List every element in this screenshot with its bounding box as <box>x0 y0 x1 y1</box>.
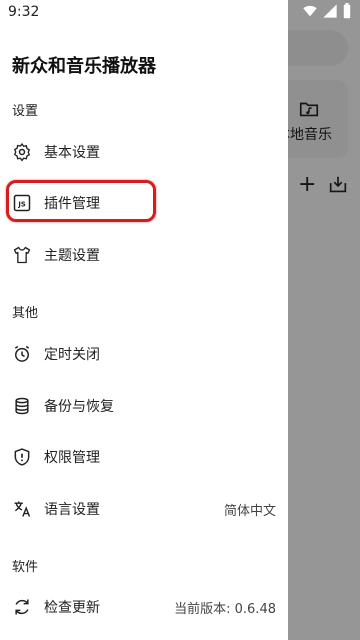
navigation-drawer: 新众和音乐播放器 设置 基本设置 JS 插件管理 主题设置 其他 定时关闭 备份… <box>0 0 288 640</box>
app-title: 新众和音乐播放器 <box>12 56 156 77</box>
menu-label-theme-settings: 主题设置 <box>44 248 100 264</box>
menu-item-permission-management[interactable]: 权限管理 <box>0 435 288 479</box>
menu-label-permission-management: 权限管理 <box>44 450 100 466</box>
current-version: 当前版本: 0.6.48 <box>174 601 276 617</box>
language-value: 简体中文 <box>223 503 276 519</box>
section-other: 其他 <box>12 306 39 321</box>
status-time: 9:32 <box>8 4 40 20</box>
highlight-annotation <box>6 180 156 222</box>
signal-icon <box>323 4 337 18</box>
status-bar: 9:32 <box>0 0 360 24</box>
refresh-icon <box>12 597 32 617</box>
database-icon <box>12 396 32 416</box>
alarm-clock-icon <box>12 344 32 364</box>
menu-item-basic-settings[interactable]: 基本设置 <box>0 130 288 174</box>
wifi-icon <box>303 5 317 17</box>
menu-label-backup-restore: 备份与恢复 <box>44 399 114 415</box>
menu-item-theme-settings[interactable]: 主题设置 <box>0 233 288 277</box>
menu-label-check-update: 检查更新 <box>44 600 100 616</box>
menu-item-backup-restore[interactable]: 备份与恢复 <box>0 384 288 428</box>
shield-icon <box>12 447 32 467</box>
section-software: 软件 <box>12 560 39 575</box>
menu-label-basic-settings: 基本设置 <box>44 145 100 161</box>
tshirt-icon <box>12 245 32 265</box>
menu-item-language-settings[interactable]: 语言设置 简体中文 <box>0 487 288 531</box>
section-settings: 设置 <box>12 104 39 119</box>
translate-icon <box>12 499 32 519</box>
battery-icon <box>343 3 351 19</box>
menu-item-timer-close[interactable]: 定时关闭 <box>0 332 288 376</box>
menu-item-check-update[interactable]: 检查更新 当前版本: 0.6.48 <box>0 585 288 629</box>
menu-label-timer-close: 定时关闭 <box>44 347 100 363</box>
menu-label-language-settings: 语言设置 <box>44 502 100 518</box>
gear-icon <box>12 142 32 162</box>
